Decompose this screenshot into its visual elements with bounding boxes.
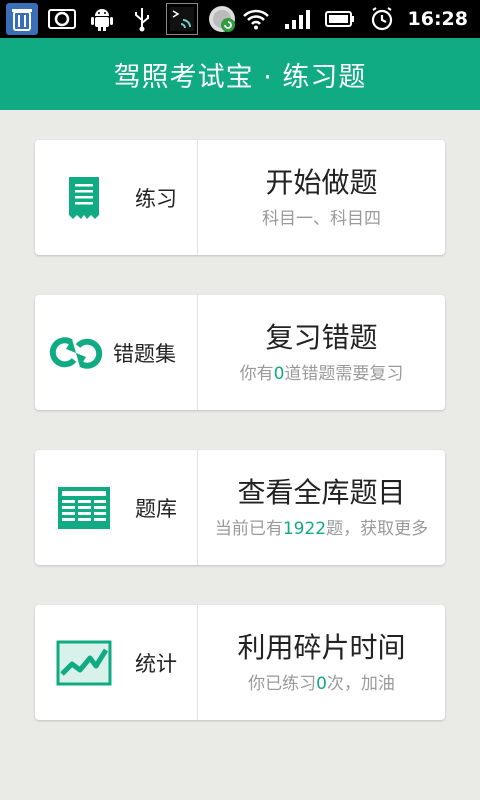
question-bank-label: 题库 bbox=[135, 496, 177, 521]
title-bar: 驾照考试宝 · 练习题 bbox=[0, 38, 480, 110]
question-bank-card[interactable]: 题库 查看全库题目 当前已有1922题，获取更多 bbox=[35, 450, 445, 565]
practice-card-left[interactable]: 练习 bbox=[35, 140, 198, 255]
statistics-label: 统计 bbox=[135, 651, 177, 676]
line-chart-icon bbox=[49, 640, 119, 686]
statistics-button[interactable]: 利用碎片时间 你已练习0次，加油 bbox=[198, 605, 445, 720]
signal-icon bbox=[282, 3, 314, 35]
view-all-questions-button[interactable]: 查看全库题目 当前已有1922题，获取更多 bbox=[198, 450, 445, 565]
card-title: 查看全库题目 bbox=[237, 476, 406, 509]
card-subtitle: 科目一、科目四 bbox=[262, 209, 381, 229]
card-subtitle: 你有0道错题需要复习 bbox=[240, 359, 404, 384]
page-title: 驾照考试宝 · 练习题 bbox=[113, 61, 367, 93]
wrong-answers-label: 错题集 bbox=[113, 341, 176, 366]
subtitle-suffix: 道错题需要复习 bbox=[284, 364, 404, 384]
question-bank-card-left[interactable]: 题库 bbox=[35, 450, 198, 565]
camera-icon[interactable] bbox=[46, 3, 78, 35]
trash-icon[interactable] bbox=[6, 3, 38, 35]
wrong-answers-card-left[interactable]: 错题集 bbox=[35, 295, 198, 410]
statistics-card[interactable]: 统计 利用碎片时间 你已练习0次，加油 bbox=[35, 605, 445, 720]
wrong-count: 0 bbox=[273, 364, 285, 384]
card-title: 复习错题 bbox=[265, 321, 378, 354]
usb-icon[interactable] bbox=[126, 3, 158, 35]
receipt-icon bbox=[49, 175, 119, 221]
practice-card[interactable]: 练习 开始做题 科目一、科目四 bbox=[35, 140, 445, 255]
main-content: 练习 开始做题 科目一、科目四 错题集 复习错题 你有0道错题需要复习 题库 查… bbox=[0, 110, 480, 800]
status-bar: 16:28 bbox=[0, 0, 480, 38]
start-practice-button[interactable]: 开始做题 科目一、科目四 bbox=[198, 140, 445, 255]
subtitle-prefix: 当前已有 bbox=[214, 519, 283, 539]
terminal-icon[interactable] bbox=[166, 3, 198, 35]
card-subtitle: 当前已有1922题，获取更多 bbox=[215, 514, 428, 539]
subtitle-suffix: 题，获取更多 bbox=[326, 519, 429, 539]
battery-icon bbox=[324, 3, 356, 35]
card-title: 开始做题 bbox=[265, 166, 378, 199]
wifi-icon bbox=[240, 3, 272, 35]
loop-icon bbox=[41, 333, 111, 373]
newspaper-icon bbox=[49, 486, 119, 530]
alarm-icon bbox=[366, 3, 398, 35]
statistics-card-left[interactable]: 统计 bbox=[35, 605, 198, 720]
card-title: 利用碎片时间 bbox=[237, 631, 406, 664]
practice-label: 练习 bbox=[135, 186, 177, 211]
status-time: 16:28 bbox=[407, 8, 468, 30]
sync-icon[interactable] bbox=[206, 3, 238, 35]
subtitle-prefix: 你已练习 bbox=[248, 674, 317, 694]
subtitle-prefix: 你有 bbox=[239, 364, 274, 384]
practice-count: 0 bbox=[316, 674, 327, 694]
wrong-answers-card[interactable]: 错题集 复习错题 你有0道错题需要复习 bbox=[35, 295, 445, 410]
review-wrong-button[interactable]: 复习错题 你有0道错题需要复习 bbox=[198, 295, 445, 410]
android-icon[interactable] bbox=[86, 3, 118, 35]
subtitle-suffix: 次，加油 bbox=[326, 674, 395, 694]
card-subtitle: 你已练习0次，加油 bbox=[248, 669, 395, 694]
question-count: 1922 bbox=[282, 519, 327, 539]
